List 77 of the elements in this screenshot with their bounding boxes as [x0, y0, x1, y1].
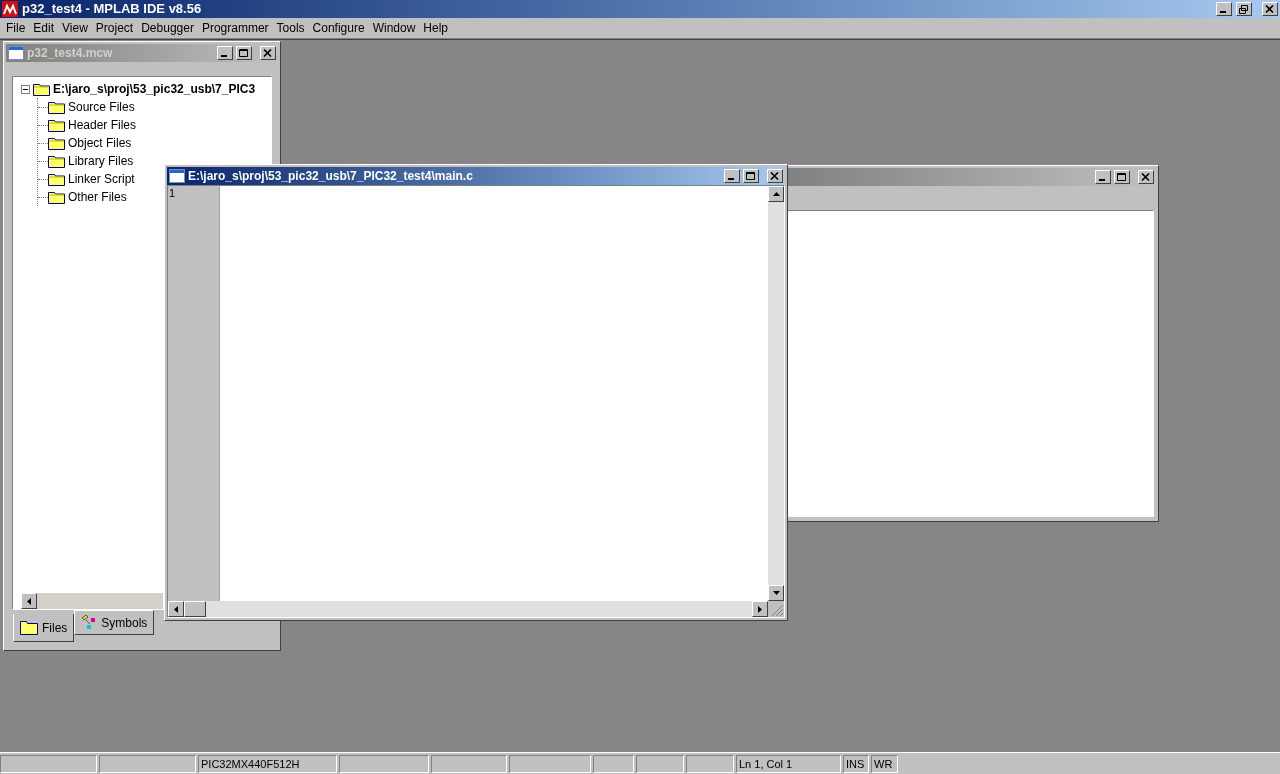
menu-item[interactable]: Configure [308, 19, 369, 37]
close-button[interactable] [767, 169, 783, 183]
menu-item[interactable]: Debugger [137, 19, 198, 37]
close-icon [263, 48, 273, 58]
left-arrow-icon [27, 597, 31, 605]
restore-icon [1239, 4, 1249, 14]
maximize-icon [239, 48, 249, 58]
scrollbar-thumb[interactable] [184, 601, 206, 617]
minimize-icon [221, 55, 227, 57]
maximize-button[interactable] [743, 169, 759, 183]
vertical-scrollbar[interactable] [768, 186, 784, 601]
menu-item[interactable]: File [2, 19, 30, 37]
menu-item[interactable]: Programmer [197, 19, 273, 37]
symbols-icon [81, 615, 98, 630]
status-pane: PIC32MX440F512H [198, 754, 337, 773]
folder-icon [48, 172, 65, 186]
menu-item[interactable]: View [58, 19, 92, 37]
status-pane [636, 754, 684, 773]
horizontal-scrollbar[interactable] [21, 593, 163, 609]
folder-icon [48, 100, 65, 114]
close-icon [1265, 4, 1275, 14]
status-pane: Ln 1, Col 1 [736, 754, 841, 773]
right-arrow-icon [758, 605, 762, 613]
status-pane [593, 754, 634, 773]
collapse-toggle[interactable] [21, 84, 30, 94]
menu-item[interactable]: Project [91, 19, 138, 37]
minimize-button[interactable] [1095, 170, 1111, 184]
minimize-icon [1099, 179, 1105, 181]
folder-icon [48, 154, 65, 168]
tree-item[interactable]: Linker Script [68, 170, 135, 188]
restore-button[interactable] [1236, 2, 1252, 16]
status-pane: WR [871, 754, 898, 773]
minimize-button[interactable] [217, 46, 233, 60]
maximize-button[interactable] [1114, 170, 1130, 184]
maximize-icon [746, 171, 756, 181]
app-title: p32_test4 - MPLAB IDE v8.56 [22, 0, 202, 19]
window-title: E:\jaro_s\proj\53_pic32_usb\7_PIC32_test4\main.c [188, 168, 473, 185]
folder-icon [48, 190, 65, 204]
maximize-icon [1117, 172, 1127, 182]
tree-item[interactable]: Object Files [68, 134, 132, 152]
status-pane [686, 754, 734, 773]
folder-icon [48, 136, 65, 150]
maximize-button[interactable] [236, 46, 252, 60]
close-button[interactable] [260, 46, 276, 60]
folder-icon [33, 82, 50, 96]
tree-item[interactable]: E:\jaro_s\proj\53_pic32_usb\7_PIC3 [53, 80, 256, 98]
horizontal-scrollbar[interactable] [168, 601, 784, 617]
tree-item[interactable]: Library Files [68, 152, 134, 170]
down-arrow-icon [772, 591, 780, 595]
up-arrow-icon [772, 192, 780, 196]
tree-item[interactable]: Header Files [68, 116, 137, 134]
close-button[interactable] [1262, 2, 1278, 16]
line-number: 1 [169, 186, 176, 200]
window-title: p32_test4.mcw [27, 45, 113, 62]
status-pane: INS [843, 754, 869, 773]
minimize-button[interactable] [724, 169, 740, 183]
tab[interactable]: Files [13, 614, 75, 642]
size-grip-icon[interactable] [768, 601, 784, 617]
tab[interactable]: Symbols [74, 610, 155, 635]
window-icon [8, 46, 24, 60]
tree-item[interactable]: Source Files [68, 98, 135, 116]
close-icon [1141, 172, 1151, 182]
folder-icon [48, 118, 65, 132]
close-button[interactable] [1138, 170, 1154, 184]
close-icon [770, 171, 780, 181]
minimize-icon [1220, 11, 1226, 13]
menu-item[interactable]: Tools [272, 19, 309, 37]
tree-item[interactable]: Other Files [68, 188, 127, 206]
left-arrow-icon [174, 605, 178, 613]
minimize-icon [728, 178, 734, 180]
app-logo-icon [2, 1, 18, 17]
folder-icon [20, 620, 38, 635]
window-icon [169, 169, 185, 183]
menu-item[interactable]: Window [368, 19, 420, 37]
menu-item[interactable]: Help [419, 19, 452, 37]
menu-item[interactable]: Edit [29, 19, 59, 37]
minimize-button[interactable] [1216, 2, 1232, 16]
